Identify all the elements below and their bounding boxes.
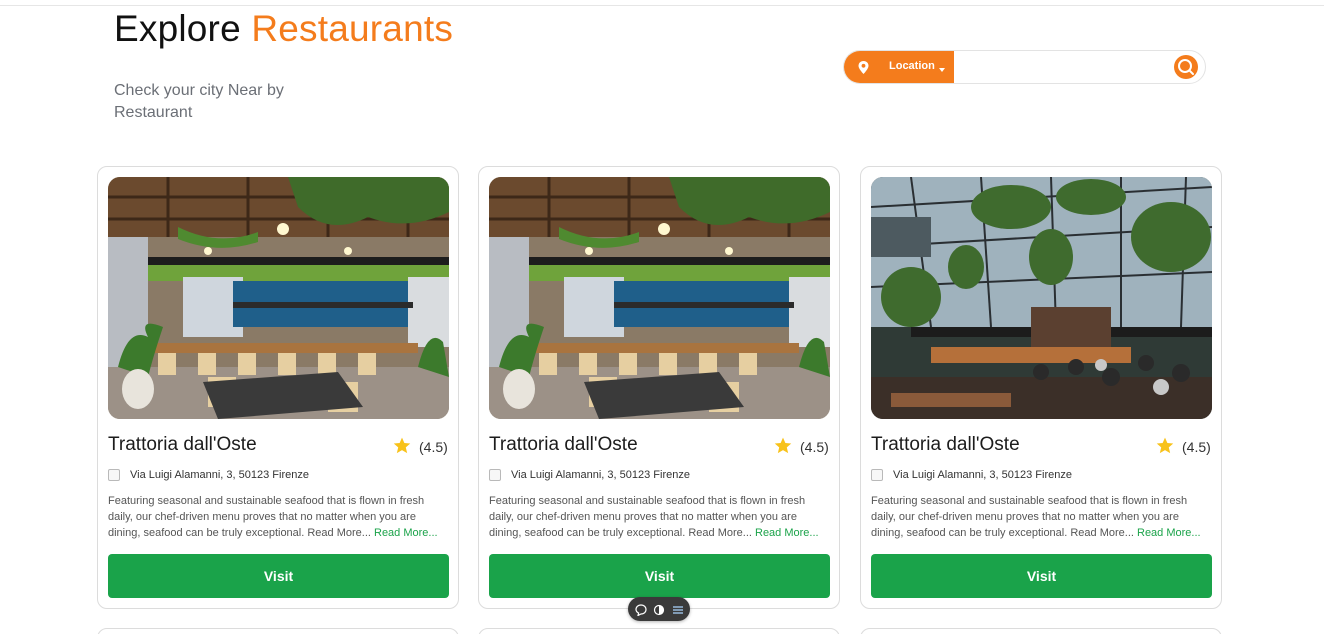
read-more-link[interactable]: Read More... <box>1137 527 1201 539</box>
restaurant-card: Trattoria dall'Oste (4.5) Via Luigi Alam… <box>478 166 840 609</box>
restaurant-address: Via Luigi Alamanni, 3, 50123 Firenze <box>511 469 690 481</box>
restaurant-description: Featuring seasonal and sustainable seafo… <box>871 495 1201 539</box>
read-more-link[interactable]: Read More... <box>374 527 438 539</box>
visit-button[interactable]: Visit <box>108 554 449 598</box>
search-button[interactable] <box>1174 55 1198 79</box>
star-icon <box>393 437 411 454</box>
restaurant-description: Featuring seasonal and sustainable seafo… <box>489 495 819 539</box>
star-icon <box>774 437 792 454</box>
restaurant-name: Trattoria dall'Oste <box>108 434 257 455</box>
restaurant-image <box>871 177 1212 419</box>
restaurant-name: Trattoria dall'Oste <box>871 434 1020 455</box>
theme-toggle-icon[interactable] <box>653 603 665 616</box>
location-search-bar: Location <box>843 50 1206 84</box>
top-divider <box>0 5 1324 6</box>
location-dropdown-button[interactable]: Location <box>844 51 954 83</box>
location-dropdown-label: Location <box>889 60 935 72</box>
broken-image-icon <box>108 469 120 481</box>
page-title: Explore Restaurants <box>114 8 453 50</box>
chat-icon[interactable] <box>635 603 647 617</box>
restaurant-rating: (4.5) <box>1182 439 1211 455</box>
restaurant-address: Via Luigi Alamanni, 3, 50123 Firenze <box>130 469 309 481</box>
search-icon <box>1178 59 1194 75</box>
read-more-link[interactable]: Read More... <box>755 527 819 539</box>
title-prefix: Explore <box>114 8 241 49</box>
floating-toolbar <box>628 597 690 621</box>
restaurant-card: Trattoria dall'Oste (4.5) Via Luigi Alam… <box>860 166 1222 609</box>
broken-image-icon <box>871 469 883 481</box>
broken-image-icon <box>489 469 501 481</box>
visit-button[interactable]: Visit <box>489 554 830 598</box>
list-icon[interactable] <box>672 603 684 615</box>
restaurant-address: Via Luigi Alamanni, 3, 50123 Firenze <box>893 469 1072 481</box>
star-icon <box>1156 437 1174 454</box>
restaurant-card: Trattoria dall'Oste (4.5) Via Luigi Alam… <box>97 166 459 609</box>
restaurant-card-partial <box>860 628 1222 634</box>
restaurant-card-partial <box>478 628 840 634</box>
visit-button[interactable]: Visit <box>871 554 1212 598</box>
restaurant-image <box>108 177 449 419</box>
search-input[interactable] <box>958 55 1168 79</box>
restaurant-rating: (4.5) <box>419 439 448 455</box>
location-pin-icon <box>858 61 869 74</box>
restaurant-card-partial <box>97 628 459 634</box>
restaurant-description: Featuring seasonal and sustainable seafo… <box>108 495 438 539</box>
restaurant-name: Trattoria dall'Oste <box>489 434 638 455</box>
restaurant-rating: (4.5) <box>800 439 829 455</box>
title-accent: Restaurants <box>251 8 454 49</box>
restaurant-image <box>489 177 830 419</box>
page-subtitle: Check your city Near by Restaurant <box>114 82 284 121</box>
caret-down-icon <box>939 68 945 72</box>
